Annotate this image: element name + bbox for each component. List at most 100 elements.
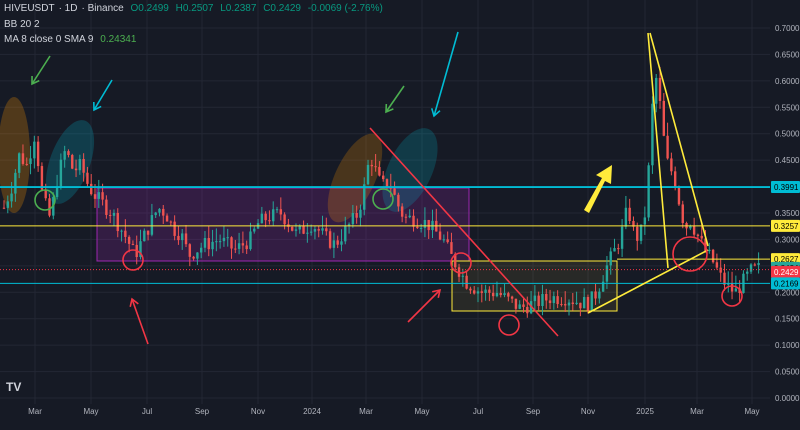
candle-body: [218, 241, 222, 243]
time-axis-bg: [0, 404, 800, 425]
candle-body: [63, 151, 66, 160]
candle-body: [700, 235, 703, 239]
exchange-text: Binance: [87, 3, 124, 14]
symbol-text[interactable]: HIVEUSDT: [4, 3, 55, 14]
candle-body: [590, 291, 593, 311]
candle-body: [715, 262, 719, 268]
candle-body: [564, 304, 567, 306]
candle-body: [29, 158, 32, 164]
candle-body: [188, 244, 192, 257]
candle-body: [556, 296, 559, 305]
y-tick-label: 0.1500: [775, 315, 800, 324]
candle-body: [124, 230, 127, 237]
candle-body: [196, 252, 199, 259]
tradingview-logo[interactable]: TV: [6, 380, 28, 398]
candle-body: [17, 153, 21, 173]
y-tick-label: 0.7000: [775, 24, 800, 33]
candle-body: [609, 251, 612, 266]
bb-indicator[interactable]: BB 20 2: [4, 19, 44, 30]
x-tick-label: 2024: [303, 407, 321, 416]
candle-body: [393, 188, 396, 195]
candle-body: [177, 235, 180, 241]
candle-body: [427, 219, 430, 231]
candle-body: [484, 289, 487, 293]
candle-body: [545, 293, 548, 301]
candle-body: [36, 141, 40, 167]
candle-body: [344, 226, 347, 242]
candle-body: [40, 166, 44, 190]
candle-body: [199, 247, 203, 253]
candle-body: [533, 295, 537, 302]
candle-body: [336, 240, 339, 245]
y-tick-label: 0.6000: [775, 77, 800, 86]
candle-body: [105, 199, 108, 215]
y-tick-label: 0.3500: [775, 209, 800, 218]
candle-body: [290, 226, 294, 231]
candle-body: [643, 217, 647, 225]
candle-body: [753, 264, 757, 266]
candle-body: [450, 242, 453, 254]
candle-body: [181, 233, 184, 241]
y-tick-label: 0.0000: [775, 394, 800, 403]
candle-body: [552, 296, 556, 304]
chart-header: HIVEUSDT · 1D · Binance O0.2499 H0.2507 L0…: [4, 3, 383, 14]
candle-body: [677, 187, 681, 205]
ma-indicator[interactable]: MA 8 close 0 SMA 9 0.24341: [4, 34, 140, 45]
candle-body: [499, 293, 502, 296]
candle-body: [620, 226, 624, 249]
candle-body: [575, 302, 578, 304]
candle-body: [400, 206, 404, 217]
candle-body: [374, 166, 377, 168]
interval-text[interactable]: 1D: [65, 3, 78, 14]
candle-body: [245, 245, 248, 250]
candle-body: [268, 220, 271, 222]
x-tick-label: 2025: [636, 407, 654, 416]
candle-body: [746, 271, 749, 274]
candle-body: [325, 228, 328, 232]
change-value: -0.0069 (-2.76%): [307, 3, 383, 14]
ma-label: MA 8 close 0 SMA 9: [4, 34, 94, 45]
open-value: O0.2499: [130, 3, 169, 14]
candle-body: [165, 215, 169, 222]
candle-body: [332, 240, 336, 248]
candle-body: [526, 306, 529, 314]
candle-body: [385, 179, 389, 187]
candle-body: [582, 297, 586, 309]
y-tick-label: 0.4500: [775, 156, 800, 165]
y-tick-label: 0.3000: [775, 235, 800, 244]
candle-body: [613, 248, 616, 252]
candle-body: [560, 304, 563, 306]
candle-body: [416, 226, 419, 228]
chart: 0.70000.65000.60000.55000.50000.45000.40…: [0, 0, 800, 429]
candle-body: [408, 215, 411, 218]
x-tick-label: Mar: [28, 407, 42, 416]
candle-body: [309, 231, 313, 233]
candle-body: [628, 207, 631, 221]
candle-body: [507, 293, 510, 297]
candle-body: [366, 164, 370, 185]
candle-body: [537, 295, 540, 307]
candle-body: [249, 231, 252, 250]
candle-body: [465, 275, 468, 289]
y-tick-label: 0.0500: [775, 368, 800, 377]
candle-body: [412, 215, 415, 227]
candle-body: [419, 227, 423, 229]
candle-body: [488, 289, 491, 293]
y-tick-label: 0.5000: [775, 130, 800, 139]
y-tick-label: 0.2000: [775, 288, 800, 297]
candle-body: [359, 209, 362, 218]
candle-body: [662, 100, 666, 136]
candle-body: [617, 248, 620, 250]
candle-body: [666, 135, 669, 159]
candle-body: [522, 304, 525, 307]
candle-body: [237, 243, 241, 249]
low-value: L0.2387: [220, 3, 257, 14]
candle-body: [503, 293, 506, 296]
candle-body: [33, 141, 36, 159]
candle-body: [480, 291, 483, 293]
chart-svg: 0.70000.65000.60000.55000.50000.45000.40…: [0, 0, 800, 429]
candle-body: [681, 204, 684, 224]
candle-body: [579, 302, 582, 309]
candle-body: [234, 248, 237, 250]
candle-body: [397, 194, 400, 207]
